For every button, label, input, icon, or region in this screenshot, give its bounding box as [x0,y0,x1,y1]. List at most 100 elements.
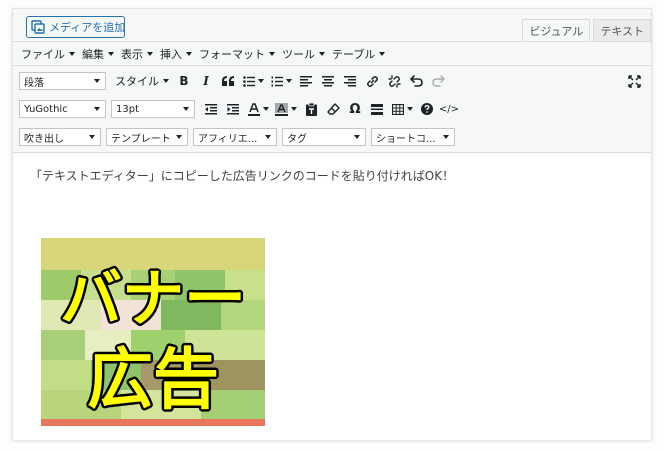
chevron-down-icon [69,51,75,56]
chevron-down-icon [186,51,192,56]
menu-file[interactable]: ファイル [21,46,75,62]
chevron-down-icon [257,79,264,83]
numbered-list-button[interactable] [267,71,295,91]
horizontal-line-icon [371,103,383,115]
paste-as-text-button[interactable] [300,99,322,119]
outdent-icon [205,103,217,114]
menu-edit-label: 編集 [82,47,104,61]
menu-view[interactable]: 表示 [121,46,153,62]
tag-value: タグ [287,133,307,145]
special-character-button[interactable]: Ω [344,99,366,119]
menu-edit[interactable]: 編集 [82,46,114,62]
shortcode-value: ショートコ... [376,133,436,145]
align-left-icon [300,75,312,86]
clipboard-icon [305,102,317,116]
background-color-button[interactable] [272,99,300,119]
undo-button[interactable] [405,71,427,91]
eraser-icon [326,102,340,115]
menu-insert[interactable]: 挿入 [160,46,192,62]
indent-button[interactable] [222,99,244,119]
blockquote-button[interactable] [217,71,239,91]
menu-view-label: 表示 [121,47,143,61]
outdent-button[interactable] [200,99,222,119]
chevron-down-icon [262,107,269,111]
menu-format[interactable]: フォーマット [199,46,275,62]
page: メディアを追加 ビジュアル テキスト ファイル 編集 表示 挿入 フォーマット … [0,0,664,451]
align-center-button[interactable] [317,71,339,91]
toolbar-row-1: 段落 スタイル B I [19,70,449,92]
banner-line-2: 広告 [87,341,219,418]
chevron-down-icon [443,135,449,139]
editor-content[interactable]: 「テキストエディター」にコピーした広告リンクのコードを貼り付ければOK！ バナー… [13,154,651,440]
redo-button[interactable] [427,71,449,91]
text-color-button[interactable] [244,99,272,119]
menu-insert-label: 挿入 [160,47,182,61]
chevron-down-icon [379,51,386,56]
format-select[interactable]: 段落 [19,72,106,90]
affiliate-value: アフィリエ... [198,133,258,145]
redo-icon [431,75,445,87]
banner-line-1: バナー [60,262,246,335]
chevron-down-icon [176,135,182,139]
editor-toolbars: 段落 スタイル B I YuGothic 13pt Ω </> 吹き出し テンプ… [13,66,651,153]
chevron-down-icon [354,135,360,139]
align-center-icon [322,75,334,86]
tab-visual[interactable]: ビジュアル [522,19,591,41]
help-button[interactable] [416,99,438,119]
template-select[interactable]: テンプレート [106,128,188,146]
unlink-icon [387,74,401,88]
post-editor: メディアを追加 ビジュアル テキスト ファイル 編集 表示 挿入 フォーマット … [12,8,652,440]
speech-bubble-select[interactable]: 吹き出し [19,128,101,146]
align-right-button[interactable] [339,71,361,91]
background-color-icon [275,102,288,116]
italic-button[interactable]: I [195,71,217,91]
add-media-label: メディアを追加 [49,21,126,34]
horizontal-line-button[interactable] [366,99,388,119]
bold-button[interactable]: B [173,71,195,91]
numbered-list-icon [271,76,283,86]
fullscreen-button[interactable] [625,72,643,90]
chevron-down-icon [291,107,297,111]
menu-format-label: フォーマット [199,47,265,61]
style-select-value: スタイル [115,75,159,88]
style-select[interactable]: スタイル [111,71,173,91]
editor-tabs: ビジュアル テキスト [522,19,651,41]
content-paragraph[interactable]: 「テキストエディター」にコピーした広告リンクのコードを貼り付ければOK！ [30,167,454,184]
chevron-down-icon [285,79,292,83]
table-icon [391,103,404,115]
clear-formatting-button[interactable] [322,99,344,119]
font-family-select[interactable]: YuGothic [19,100,106,118]
font-size-select[interactable]: 13pt [111,100,195,118]
menu-file-label: ファイル [21,47,65,61]
tag-select[interactable]: タグ [282,128,366,146]
menu-tools-label: ツール [282,47,315,61]
chevron-down-icon [163,79,169,83]
align-left-button[interactable] [295,71,317,91]
shortcode-select[interactable]: ショートコ... [371,128,455,146]
affiliate-select[interactable]: アフィリエ... [193,128,277,146]
chevron-down-icon [406,107,413,111]
font-family-value: YuGothic [24,103,68,115]
fullscreen-icon [627,74,641,88]
banner-ad-image[interactable]: バナー 広告 [41,238,265,426]
align-right-icon [344,75,356,86]
speech-bubble-value: 吹き出し [24,133,64,145]
menu-table[interactable]: テーブル [332,46,386,62]
table-button[interactable] [388,99,416,119]
insert-link-button[interactable] [361,71,383,91]
chevron-down-icon [265,135,271,139]
chevron-down-icon [319,51,325,56]
tab-text[interactable]: テキスト [593,19,651,41]
add-media-button[interactable]: メディアを追加 [26,16,125,38]
undo-icon [409,75,423,87]
code-button[interactable]: </> [438,99,460,119]
unlink-button[interactable] [383,71,405,91]
toolbar-row-3: 吹き出し テンプレート アフィリエ... タグ ショートコ... [19,126,460,148]
help-icon [421,103,433,115]
bullet-list-icon [242,75,255,87]
bullet-list-button[interactable] [239,71,267,91]
chevron-down-icon [94,107,100,111]
link-icon [366,75,378,87]
chevron-down-icon [147,51,153,56]
menu-tools[interactable]: ツール [282,46,325,62]
